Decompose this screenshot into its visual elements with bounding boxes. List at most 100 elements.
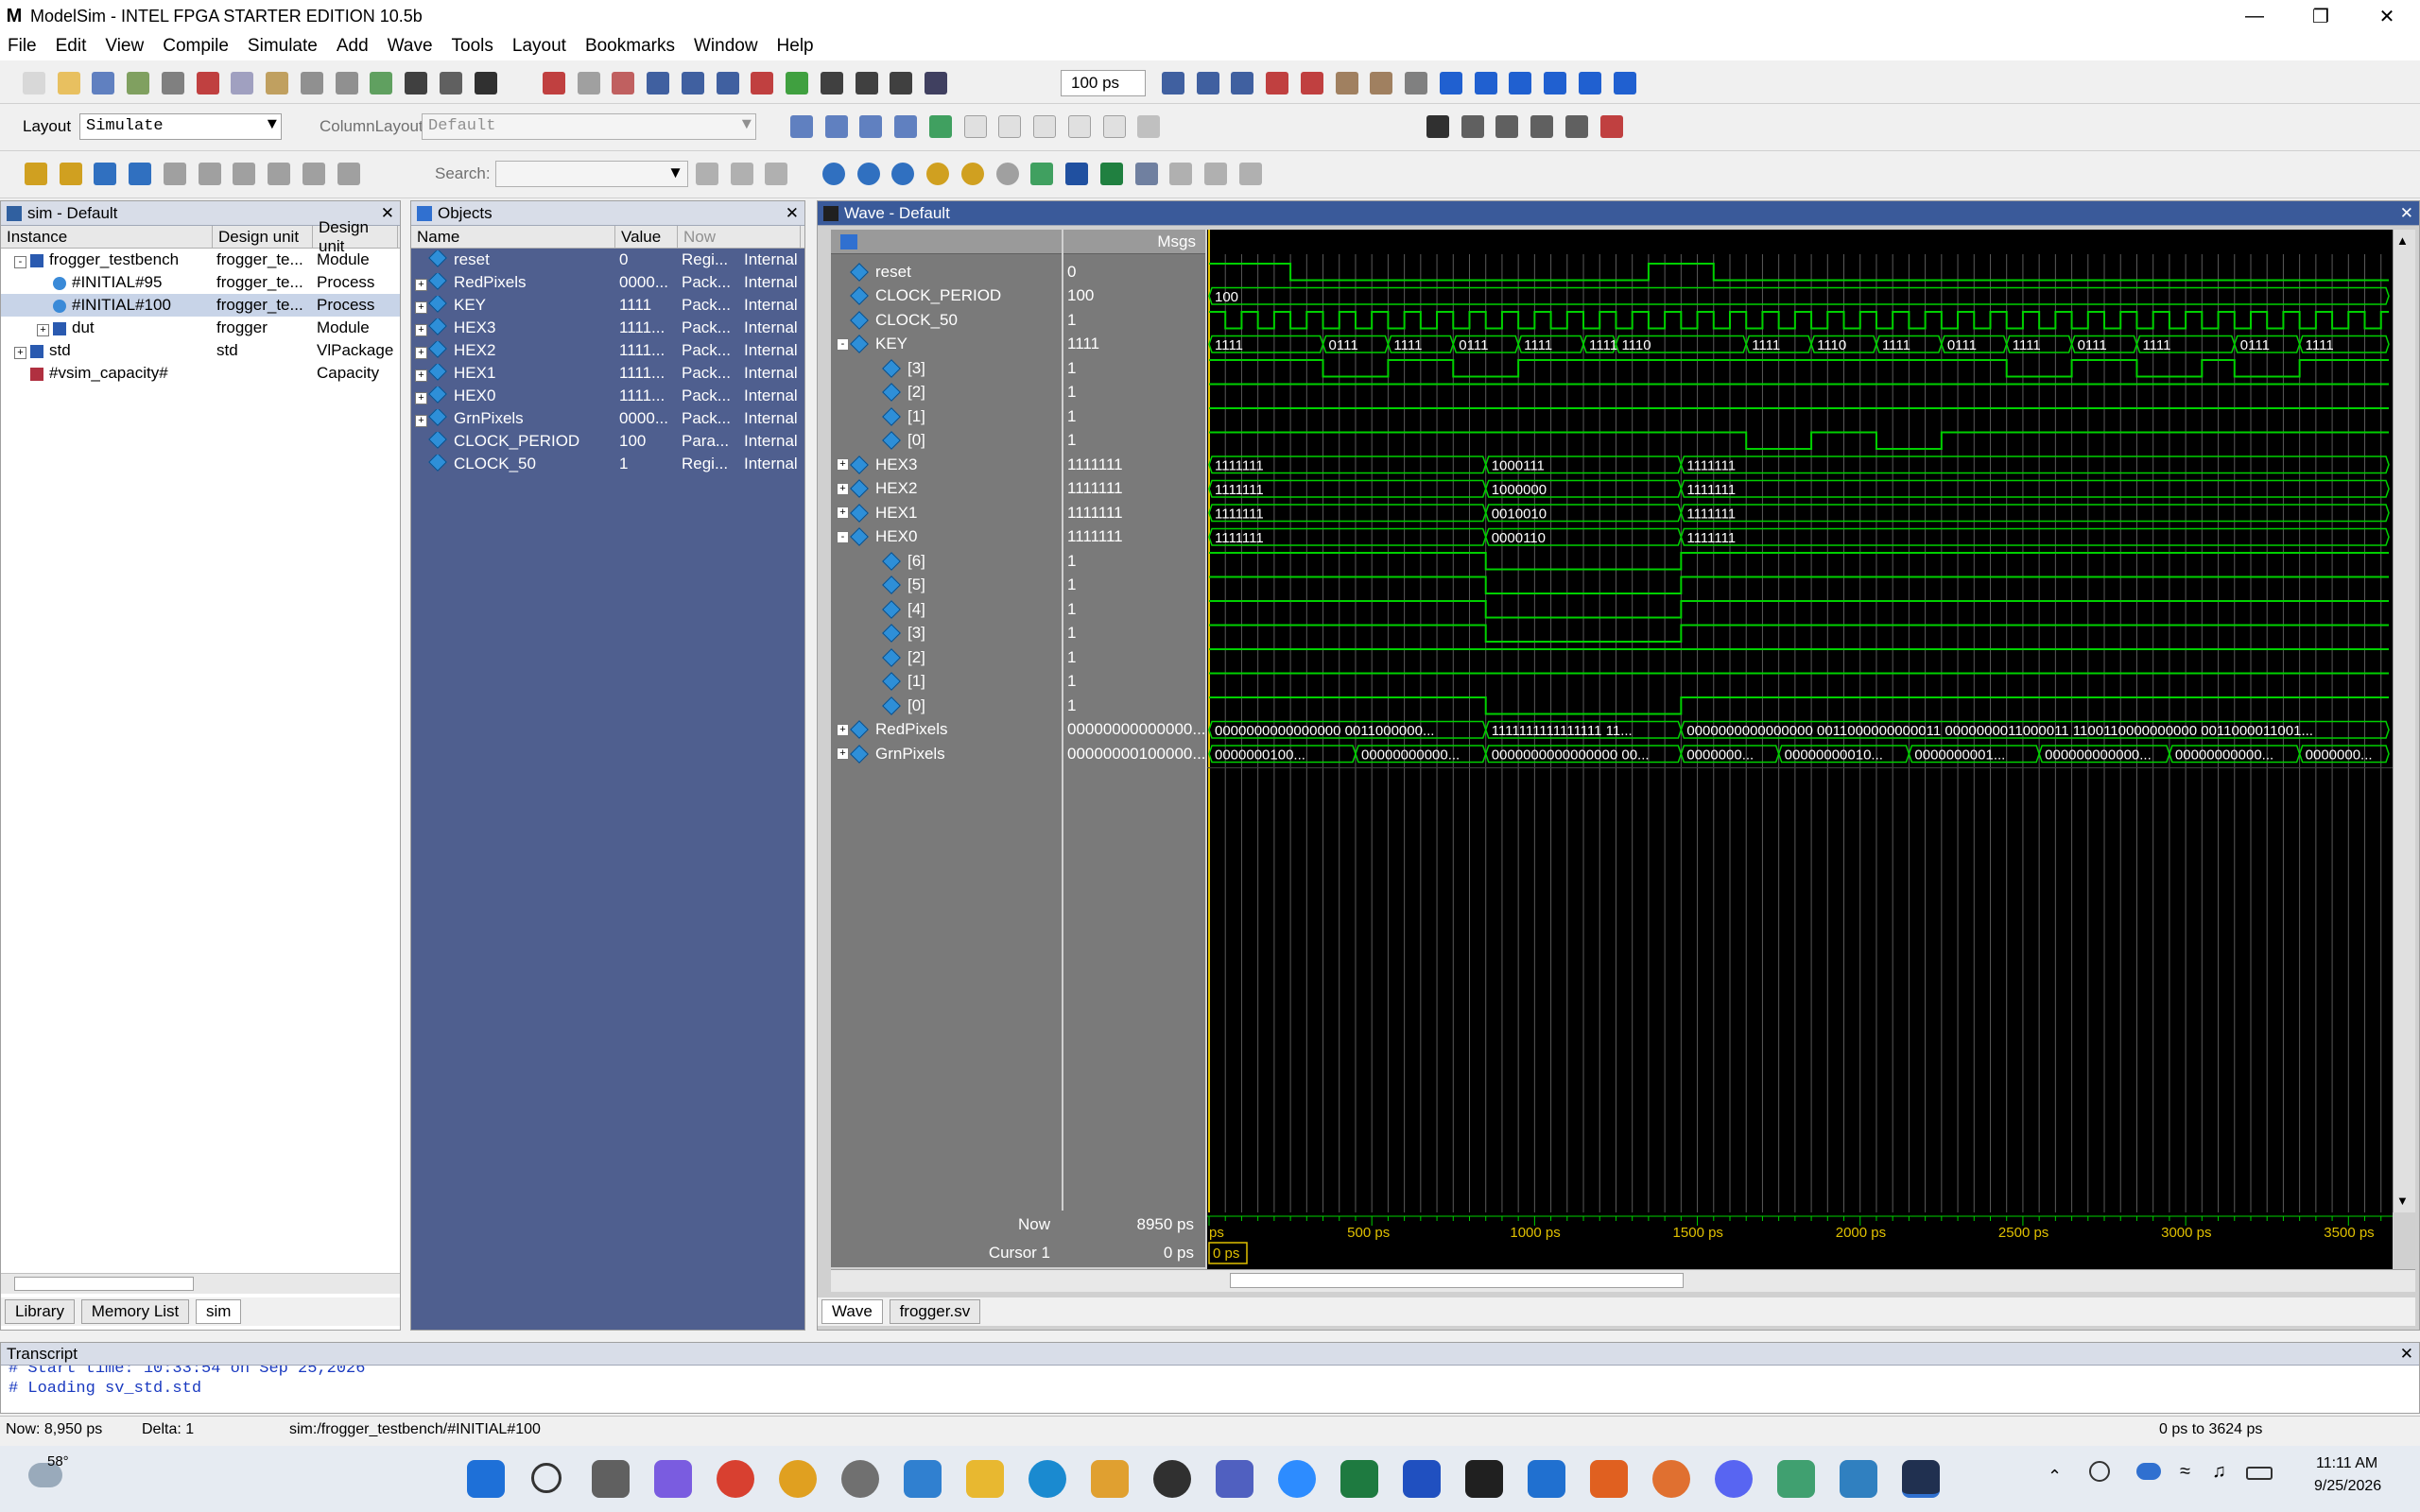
find-icon[interactable] bbox=[405, 72, 428, 94]
cut-icon[interactable] bbox=[196, 72, 219, 94]
zoom-full-icon[interactable] bbox=[891, 163, 915, 185]
object-row[interactable]: + HEX0 1111... Pack... Internal bbox=[411, 385, 804, 407]
object-row[interactable]: reset 0 Regi... Internal bbox=[411, 249, 804, 271]
wave-display[interactable]: 1001111 0111 1111 0111 1111 1111 1110 1111 1110 1… bbox=[1207, 230, 2393, 1269]
close-icon[interactable]: ✕ bbox=[2354, 0, 2420, 32]
modelsim-taskbar-icon[interactable] bbox=[1902, 1460, 1940, 1498]
step-forward-icon[interactable] bbox=[890, 72, 913, 94]
alien-app-icon[interactable] bbox=[1153, 1460, 1191, 1498]
save-icon[interactable] bbox=[92, 72, 115, 94]
hierarchy-down-icon[interactable] bbox=[59, 163, 82, 185]
reload-icon[interactable] bbox=[127, 72, 150, 94]
break-icon[interactable] bbox=[543, 72, 565, 94]
step-icon-a[interactable] bbox=[1544, 72, 1567, 94]
wave-signal-row[interactable]: [0] bbox=[831, 429, 1062, 454]
delete-cursor-icon[interactable] bbox=[1065, 163, 1089, 185]
step-icon-b[interactable] bbox=[1578, 72, 1601, 94]
nav-d-icon[interactable] bbox=[268, 163, 291, 185]
scroll-down-icon[interactable]: ▼ bbox=[2396, 1194, 2409, 1208]
camera-icon[interactable] bbox=[2089, 1461, 2110, 1482]
list-icon[interactable] bbox=[716, 72, 739, 94]
restart-icon[interactable] bbox=[786, 72, 809, 94]
column-name[interactable]: Name bbox=[411, 226, 615, 248]
sim-tree-row[interactable]: #INITIAL#100 frogger_te... Process bbox=[1, 294, 400, 317]
format-circle-icon[interactable] bbox=[998, 115, 1022, 138]
wave-signal-row[interactable]: [1] bbox=[831, 404, 1062, 429]
step-out-icon[interactable] bbox=[1509, 72, 1532, 94]
column-layout-select[interactable]: Default ▼ bbox=[422, 113, 756, 140]
wave-hscrollbar[interactable] bbox=[831, 1269, 2415, 1292]
close-icon[interactable]: ✕ bbox=[2400, 204, 2413, 223]
expand-icon[interactable]: + bbox=[415, 279, 427, 291]
nav-f-icon[interactable] bbox=[337, 163, 360, 185]
hierarchy-up-icon[interactable] bbox=[25, 163, 47, 185]
scrollbar-thumb[interactable] bbox=[1230, 1273, 1684, 1288]
scroll-up-icon[interactable]: ▲ bbox=[2396, 233, 2409, 248]
break-sim-icon[interactable] bbox=[1266, 72, 1289, 94]
tab-memory-list[interactable]: Memory List bbox=[80, 1299, 190, 1324]
tab-frogger-sv[interactable]: frogger.sv bbox=[889, 1299, 981, 1324]
collapse-icon[interactable]: - bbox=[837, 337, 849, 351]
expand-icon[interactable]: + bbox=[837, 458, 849, 472]
expand-icon[interactable]: + bbox=[415, 324, 427, 336]
close-icon[interactable]: ✕ bbox=[2400, 1345, 2413, 1364]
wave-signal-row[interactable]: - KEY bbox=[831, 333, 1062, 357]
battery-icon[interactable] bbox=[2246, 1467, 2273, 1480]
expand-icon[interactable]: + bbox=[415, 392, 427, 404]
run-icon[interactable] bbox=[1162, 72, 1184, 94]
wave-signal-row[interactable]: [3] bbox=[831, 356, 1062, 381]
object-row[interactable]: + HEX2 1111... Pack... Internal bbox=[411, 339, 804, 362]
object-row[interactable]: + HEX1 1111... Pack... Internal bbox=[411, 362, 804, 385]
wave-signal-row[interactable]: [1] bbox=[831, 670, 1062, 695]
sim-tree-row[interactable]: - frogger_testbench frogger_te... Module bbox=[1, 249, 400, 271]
column-now[interactable]: Now bbox=[678, 226, 801, 248]
redo-icon[interactable] bbox=[335, 72, 358, 94]
run-length-input[interactable] bbox=[1061, 70, 1146, 96]
nav-b-icon[interactable] bbox=[198, 163, 221, 185]
teams-icon[interactable] bbox=[1216, 1460, 1253, 1498]
clear-icon[interactable] bbox=[612, 72, 635, 94]
menu-layout[interactable]: Layout bbox=[512, 36, 566, 57]
search-prev-icon[interactable] bbox=[696, 163, 718, 185]
insert-divider-icon[interactable] bbox=[824, 115, 848, 138]
wave-signal-row[interactable]: [3] bbox=[831, 622, 1062, 646]
search-icon[interactable] bbox=[531, 1463, 562, 1493]
group-icon[interactable] bbox=[859, 115, 883, 138]
menu-tools[interactable]: Tools bbox=[452, 36, 493, 57]
edge-any-icon[interactable] bbox=[1238, 163, 1262, 185]
next-edge-icon[interactable] bbox=[129, 163, 152, 185]
paste-icon[interactable] bbox=[266, 72, 289, 94]
search-options-icon[interactable] bbox=[765, 163, 788, 185]
object-row[interactable]: + KEY 1111 Pack... Internal bbox=[411, 294, 804, 317]
format-io-icon[interactable] bbox=[1033, 115, 1057, 138]
menu-view[interactable]: View bbox=[105, 36, 144, 57]
select-pointer-icon[interactable] bbox=[1426, 115, 1449, 138]
object-row[interactable]: CLOCK_PERIOD 100 Para... Internal bbox=[411, 430, 804, 453]
wave-add-icon[interactable] bbox=[681, 72, 704, 94]
collapse-icon[interactable]: - bbox=[837, 530, 849, 543]
edge-rise-icon[interactable] bbox=[1169, 163, 1193, 185]
modelsim-icon[interactable] bbox=[474, 72, 497, 94]
wave-signal-row[interactable]: + GrnPixels bbox=[831, 742, 1062, 766]
wave-signal-row[interactable]: CLOCK_PERIOD bbox=[831, 284, 1062, 309]
format-all-icon[interactable] bbox=[1102, 115, 1126, 138]
step-back-icon[interactable] bbox=[855, 72, 878, 94]
scrollbar-thumb[interactable] bbox=[14, 1277, 194, 1291]
vscode-icon[interactable] bbox=[1528, 1460, 1565, 1498]
run-length-icon[interactable] bbox=[925, 72, 948, 94]
insert-cursor-icon[interactable] bbox=[1030, 163, 1054, 185]
menu-simulate[interactable]: Simulate bbox=[248, 36, 318, 57]
chevron-up-icon[interactable]: ⌃ bbox=[2048, 1467, 2062, 1486]
wave-vscrollbar[interactable]: ▲ ▼ bbox=[2393, 230, 2415, 1212]
edit-mode-icon[interactable] bbox=[1530, 115, 1554, 138]
sim-tree-row[interactable]: #INITIAL#95 frogger_te... Process bbox=[1, 271, 400, 294]
continue-icon[interactable] bbox=[1196, 72, 1219, 94]
format-i-icon[interactable] bbox=[963, 115, 987, 138]
menu-wave[interactable]: Wave bbox=[388, 36, 433, 57]
chrome-icon[interactable] bbox=[717, 1460, 754, 1498]
stop-sim-icon[interactable] bbox=[751, 72, 774, 94]
clock-time[interactable]: 11:11 AM bbox=[2316, 1455, 2377, 1472]
wave-signal-row[interactable]: + RedPixels bbox=[831, 718, 1062, 743]
stop-icon[interactable] bbox=[1300, 72, 1323, 94]
lock-cursor-icon[interactable] bbox=[1099, 163, 1123, 185]
